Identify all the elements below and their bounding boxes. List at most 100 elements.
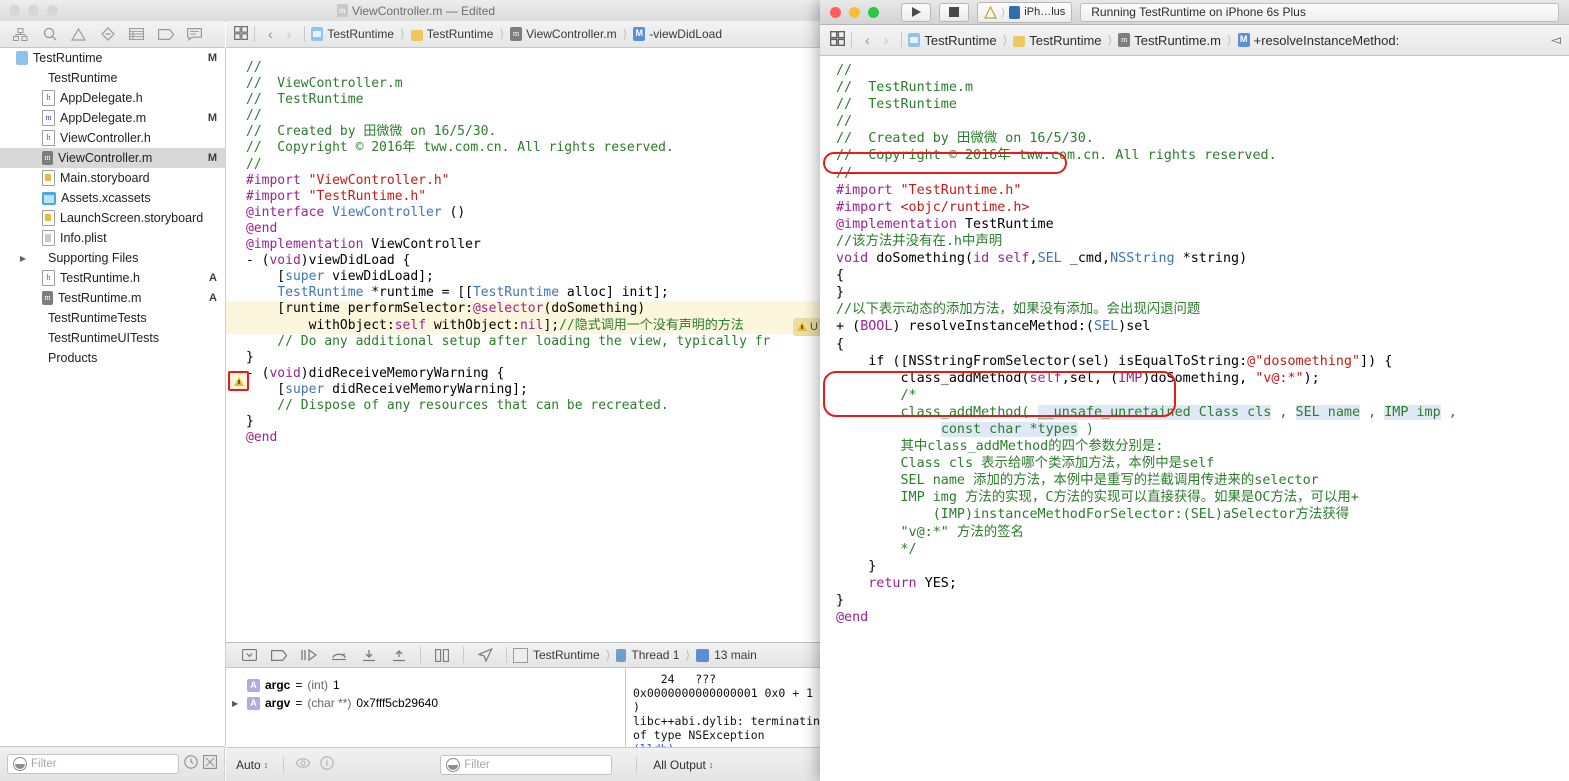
- variable-row[interactable]: ▶ Aargv = (char **) 0x7fff5cb29640: [232, 694, 625, 712]
- code-line[interactable]: //以下表示动态的添加方法，如果没有添加。会出现闪退问题: [836, 301, 1569, 318]
- related-items-icon[interactable]: [234, 25, 249, 43]
- project-navigator-icon[interactable]: [6, 24, 35, 44]
- debug-thread-crumb[interactable]: Thread 1: [616, 648, 679, 662]
- console-filter-field[interactable]: Filter: [440, 754, 613, 775]
- navigator-item[interactable]: Main.storyboard: [0, 168, 225, 188]
- breadcrumb-file[interactable]: m ViewController.m: [510, 27, 617, 41]
- right-code-editor[interactable]: //// TestRuntime.m// TestRuntime//// Cre…: [820, 56, 1569, 781]
- code-line[interactable]: @end: [836, 609, 1569, 626]
- zoom-button[interactable]: [868, 6, 879, 18]
- code-line[interactable]: void doSomething(id self,SEL _cmd,NSStri…: [836, 250, 1569, 267]
- code-line[interactable]: #import "ViewController.h": [246, 173, 832, 189]
- code-line[interactable]: [super didReceiveMemoryWarning];: [246, 382, 832, 398]
- code-line[interactable]: - (void)didReceiveMemoryWarning {: [246, 366, 832, 382]
- console-output[interactable]: 24 ??? 0x0000000000000001 0x0 + 1) libc++a…: [627, 668, 832, 748]
- run-button[interactable]: [901, 2, 931, 22]
- navigator-item[interactable]: TestRuntime M: [0, 48, 225, 68]
- code-line[interactable]: Class cls 表示给哪个类添加方法，本例中是self: [836, 455, 1569, 472]
- code-line[interactable]: (IMP)instanceMethodForSelector:(SEL)aSel…: [836, 506, 1569, 523]
- console-output-popup[interactable]: All Output ↕: [643, 758, 722, 772]
- breadcrumb-file[interactable]: m TestRuntime.m: [1118, 33, 1221, 48]
- recent-files-icon[interactable]: [184, 754, 198, 774]
- debug-area-bottom-bar[interactable]: Auto ↕ Filter All Output ↕: [226, 747, 832, 781]
- minimize-button[interactable]: [849, 6, 860, 18]
- code-line[interactable]: // Copyright © 2016年 tww.com.cn. All rig…: [836, 147, 1569, 164]
- code-line[interactable]: //: [246, 157, 832, 173]
- code-line[interactable]: #import <objc/runtime.h>: [836, 199, 1569, 216]
- navigator-item[interactable]: TestRuntimeTests: [0, 308, 225, 328]
- inline-warning-badge[interactable]: U: [793, 317, 822, 336]
- project-navigator-list[interactable]: TestRuntime M TestRuntime h AppDelegate.h m Ap…: [0, 48, 226, 746]
- related-items-icon[interactable]: [829, 30, 846, 49]
- code-line[interactable]: const char *types ): [836, 421, 1569, 438]
- breadcrumb-symbol[interactable]: M +resolveInstanceMethod:: [1237, 33, 1399, 48]
- breadcrumb-group[interactable]: TestRuntime: [1013, 33, 1102, 48]
- code-line[interactable]: //: [836, 62, 1569, 79]
- code-line[interactable]: {: [836, 336, 1569, 353]
- step-over-icon[interactable]: [324, 645, 354, 665]
- left-traffic-lights[interactable]: [9, 5, 58, 16]
- continue-icon[interactable]: [294, 645, 324, 665]
- code-line[interactable]: }: [246, 414, 832, 430]
- code-line[interactable]: IMP img 方法的实现，C方法的实现可以直接获得。如果是OC方法，可以用+: [836, 489, 1569, 506]
- navigator-item[interactable]: TestRuntime: [0, 68, 225, 88]
- code-line[interactable]: withObject:self withObject:nil];//隐式调用一个…: [226, 317, 832, 334]
- search-navigator-icon[interactable]: [35, 24, 64, 44]
- watch-expression-icon[interactable]: [290, 756, 316, 773]
- code-line[interactable]: class_addMethod(self,sel, (IMP)doSomethi…: [836, 370, 1569, 387]
- code-line[interactable]: /*: [836, 387, 1569, 404]
- code-line[interactable]: class_addMethod( __unsafe_unretained Cla…: [836, 404, 1569, 421]
- close-button[interactable]: [9, 5, 20, 16]
- issue-navigator-icon[interactable]: [64, 24, 93, 44]
- source-control-filter-icon[interactable]: [203, 754, 217, 774]
- code-line[interactable]: - (void)viewDidLoad {: [246, 253, 832, 269]
- navigator-item[interactable]: h ViewController.h: [0, 128, 225, 148]
- right-editor-jumpbar[interactable]: ‹ › TestRuntime ⟩ TestRuntime ⟩ m TestRu…: [820, 25, 1569, 56]
- variables-scope-popup[interactable]: Auto ↕: [226, 758, 277, 772]
- step-out-icon[interactable]: [384, 645, 414, 665]
- code-line[interactable]: if ([NSStringFromSelector(sel) isEqualTo…: [836, 353, 1569, 370]
- code-line[interactable]: TestRuntime *runtime = [[TestRuntime all…: [246, 285, 832, 301]
- code-line[interactable]: [runtime performSelector:@selector(doSom…: [226, 301, 832, 336]
- code-line[interactable]: // Dispose of any resources that can be …: [246, 398, 832, 414]
- back-button[interactable]: ‹: [261, 26, 280, 42]
- breakpoint-navigator-icon[interactable]: [151, 24, 180, 44]
- code-line[interactable]: + (BOOL) resolveInstanceMethod:(SEL)sel: [836, 318, 1569, 335]
- code-line[interactable]: */: [836, 541, 1569, 558]
- disclosure-triangle-icon[interactable]: ▶: [232, 699, 242, 708]
- navigator-item[interactable]: ▶ Supporting Files: [0, 248, 225, 268]
- navigator-item[interactable]: TestRuntimeUITests: [0, 328, 225, 348]
- left-editor-jumpbar[interactable]: ‹ › TestRuntime ⟩ TestRuntime ⟩ m ViewCo…: [226, 21, 832, 48]
- back-button[interactable]: ‹: [858, 32, 877, 48]
- code-line[interactable]: }: [836, 558, 1569, 575]
- info-icon[interactable]: [316, 756, 338, 773]
- breadcrumb-project[interactable]: TestRuntime: [908, 33, 997, 48]
- navigator-item[interactable]: Assets.xcassets: [0, 188, 225, 208]
- code-line[interactable]: //: [246, 60, 832, 76]
- left-code-editor[interactable]: //// ViewController.m// TestRuntime//// …: [226, 48, 832, 631]
- code-line[interactable]: // TestRuntime: [836, 96, 1569, 113]
- editor-options-icon[interactable]: ◅: [1551, 32, 1569, 48]
- disclosure-triangle-icon[interactable]: ▶: [17, 254, 29, 263]
- code-line[interactable]: {: [836, 267, 1569, 284]
- hide-debug-area-icon[interactable]: [234, 645, 264, 665]
- code-line[interactable]: @implementation TestRuntime: [836, 216, 1569, 233]
- code-line[interactable]: "v@:*" 方法的签名: [836, 524, 1569, 541]
- navigator-item[interactable]: Info.plist: [0, 228, 225, 248]
- warning-gutter-marker-annotation[interactable]: [228, 371, 249, 391]
- variable-row[interactable]: Aargc = (int) 1: [232, 676, 625, 694]
- navigator-item[interactable]: h TestRuntime.h A: [0, 268, 225, 288]
- close-button[interactable]: [830, 6, 841, 18]
- code-line[interactable]: //: [836, 113, 1569, 130]
- report-navigator-icon[interactable]: [180, 24, 209, 44]
- minimize-button[interactable]: [28, 5, 39, 16]
- navigator-item[interactable]: m TestRuntime.m A: [0, 288, 225, 308]
- debug-bar[interactable]: TestRuntime ⟩ Thread 1 ⟩ 13 main: [226, 642, 832, 668]
- code-line[interactable]: @end: [246, 221, 832, 237]
- code-line[interactable]: //: [836, 165, 1569, 182]
- step-into-icon[interactable]: [354, 645, 384, 665]
- code-line[interactable]: }: [246, 350, 832, 366]
- debug-frame-crumb[interactable]: 13 main: [696, 648, 757, 662]
- navigator-item[interactable]: h AppDelegate.h: [0, 88, 225, 108]
- breakpoints-toggle-icon[interactable]: [264, 645, 294, 665]
